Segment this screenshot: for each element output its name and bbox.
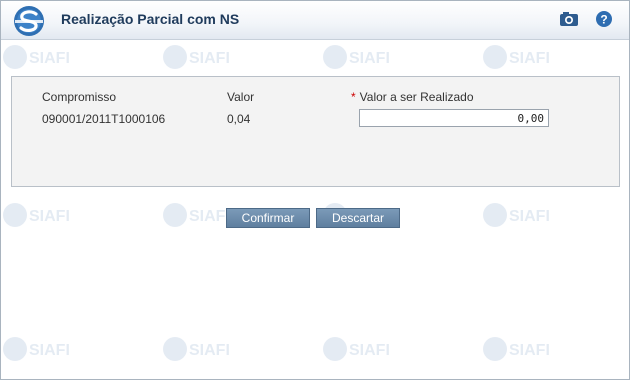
watermark-logo: SIAFI (163, 45, 230, 69)
svg-text:SIAFI: SIAFI (189, 208, 230, 225)
dialog-window: SIAFI SIAFI SIAFI SIAFI SIAFI SIAFI SIAF… (0, 0, 630, 380)
svg-text:SIAFI: SIAFI (349, 342, 390, 359)
svg-text:SIAFI: SIAFI (189, 342, 230, 359)
confirm-button[interactable]: Confirmar (226, 208, 310, 228)
header-valor-realizado-label: Valor a ser Realizado (359, 90, 474, 104)
watermark-logo: SIAFI (3, 45, 70, 69)
watermark-layer: SIAFI SIAFI SIAFI SIAFI SIAFI SIAFI SIAF… (1, 1, 629, 379)
screenshot-button[interactable] (559, 10, 579, 28)
header-valor: Valor (227, 90, 255, 104)
svg-text:SIAFI: SIAFI (29, 208, 70, 225)
watermark-logo: SIAFI (3, 337, 70, 361)
siafi-logo-icon (14, 6, 44, 36)
discard-button[interactable]: Descartar (316, 208, 400, 228)
camera-icon (560, 12, 578, 26)
svg-text:SIAFI: SIAFI (29, 342, 70, 359)
dialog-title: Realização Parcial com NS (61, 11, 240, 27)
watermark-logo: SIAFI (163, 203, 230, 227)
title-bar: Realização Parcial com NS ? (1, 1, 629, 40)
watermark-logo: SIAFI (483, 203, 550, 227)
watermark-logo: SIAFI (163, 337, 230, 361)
watermark-logo: SIAFI (323, 45, 390, 69)
watermark-logo: SIAFI (323, 337, 390, 361)
watermark-logo: SIAFI (3, 203, 70, 227)
svg-text:SIAFI: SIAFI (189, 50, 230, 67)
watermark-logo: SIAFI (483, 45, 550, 69)
header-compromisso: Compromisso (42, 90, 117, 104)
svg-text:?: ? (600, 13, 607, 27)
svg-text:SIAFI: SIAFI (509, 50, 550, 67)
compromisso-value: 090001/2011T1000106 (42, 112, 166, 126)
form-panel: Compromisso Valor * Valor a ser Realizado… (11, 76, 620, 187)
svg-text:SIAFI: SIAFI (509, 208, 550, 225)
svg-text:SIAFI: SIAFI (509, 342, 550, 359)
svg-text:SIAFI: SIAFI (349, 50, 390, 67)
valor-realizado-input[interactable] (359, 109, 549, 127)
required-marker: * (351, 90, 356, 104)
help-button[interactable]: ? (595, 10, 615, 28)
valor-value: 0,04 (227, 112, 251, 126)
watermark-logo: SIAFI (483, 337, 550, 361)
header-valor-realizado: * Valor a ser Realizado (351, 90, 474, 104)
help-icon: ? (596, 11, 612, 27)
svg-text:SIAFI: SIAFI (29, 50, 70, 67)
